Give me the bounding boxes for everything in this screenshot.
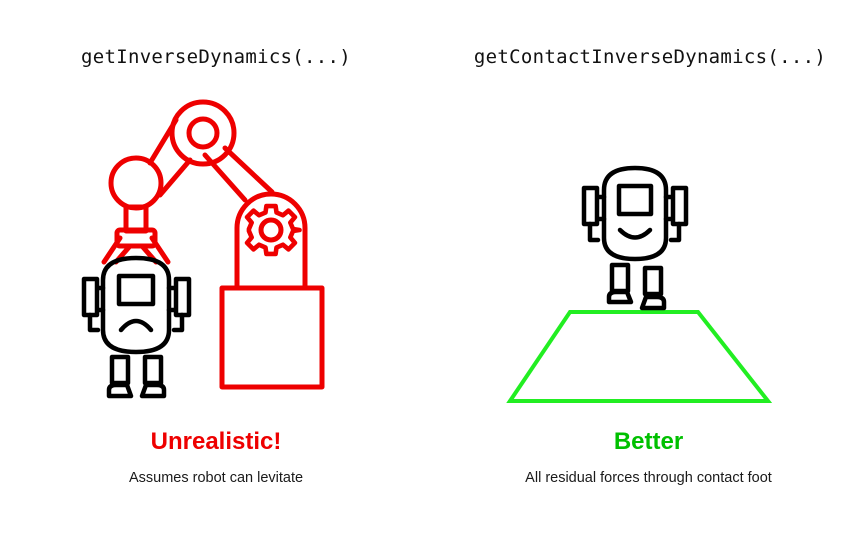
happy-robot-icon bbox=[581, 165, 689, 311]
robot-arm-icon bbox=[101, 99, 325, 390]
gear-icon bbox=[244, 203, 302, 257]
verdict-unrealistic: Unrealistic! bbox=[150, 428, 282, 455]
caption-right: All residual forces through contact foot bbox=[525, 470, 772, 486]
right-panel: getContactInverseDynamics(...) Better Al… bbox=[432, 0, 865, 541]
left-panel: getInverseDynamics(...) Unrealistic! Ass… bbox=[0, 0, 432, 541]
caption-left: Assumes robot can levitate bbox=[128, 470, 304, 486]
sad-robot-icon bbox=[81, 255, 192, 399]
ground-plane-icon bbox=[506, 310, 773, 403]
right-illustration bbox=[506, 165, 773, 403]
left-illustration bbox=[81, 99, 325, 399]
verdict-better: Better bbox=[613, 428, 684, 455]
